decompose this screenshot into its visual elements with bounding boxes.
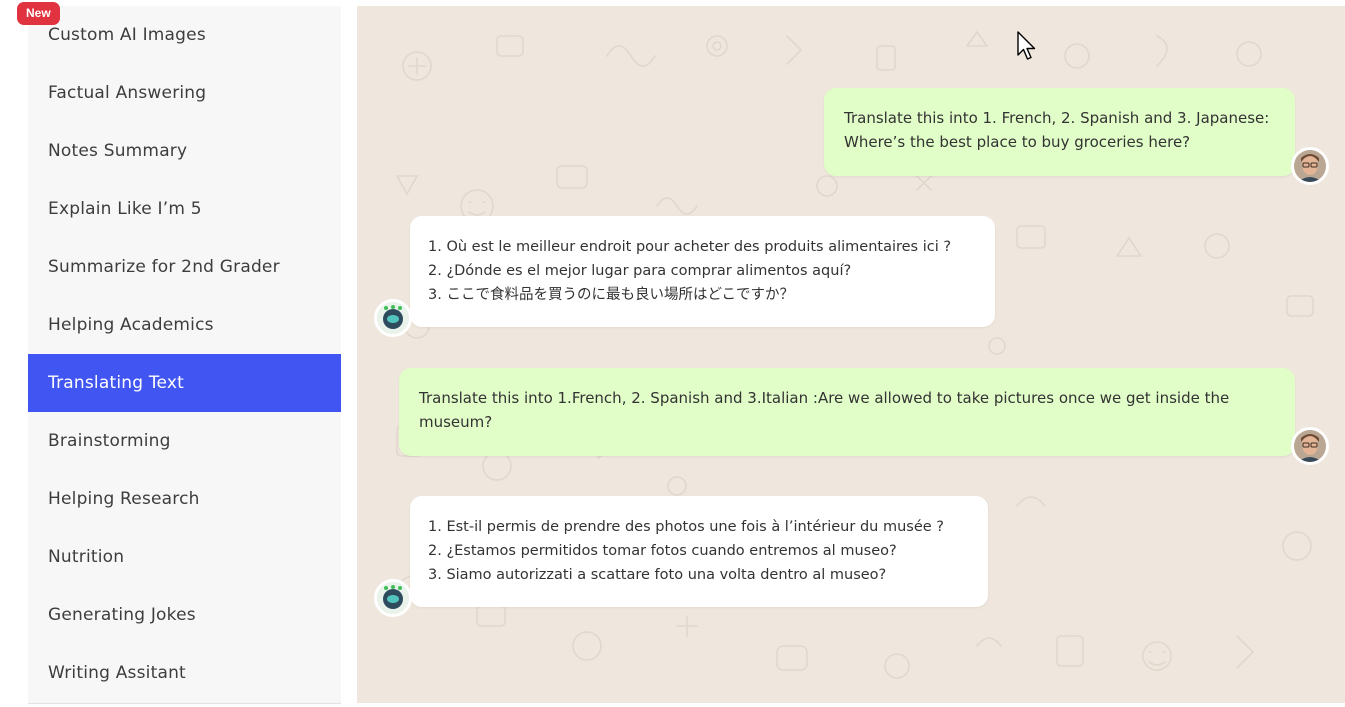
sidebar-item-label: Generating Jokes xyxy=(48,605,196,625)
chat-panel[interactable]: Translate this into 1. French, 2. Spanis… xyxy=(357,6,1345,703)
sidebar-item-label: Notes Summary xyxy=(48,141,188,161)
new-badge: New xyxy=(17,2,60,25)
user-avatar-image xyxy=(1294,150,1326,182)
mouse-cursor-icon xyxy=(1017,31,1036,60)
user-message: Translate this into 1.French, 2. Spanish… xyxy=(399,368,1295,456)
sidebar-item-custom-ai-images[interactable]: Custom AI Images xyxy=(28,6,341,64)
sidebar-item-label: Helping Academics xyxy=(48,315,214,335)
sidebar-item-label: Factual Answering xyxy=(48,83,207,103)
sidebar-item-label: Summarize for 2nd Grader xyxy=(48,257,280,277)
user-avatar xyxy=(1291,427,1329,465)
bot-avatar-icon xyxy=(377,302,409,334)
bot-avatar-icon xyxy=(377,582,409,614)
message-text: 3. Siamo autorizzati a scattare foto una… xyxy=(428,567,887,583)
sidebar-item-label: Helping Research xyxy=(48,489,200,509)
sidebar-item-writing-assistant[interactable]: Writing Assitant xyxy=(28,644,341,702)
bot-message: 1. Où est le meilleur endroit pour achet… xyxy=(410,216,995,327)
sidebar: Custom AI Images Factual Answering Notes… xyxy=(28,6,341,704)
message-text: 2. ¿Estamos permitidos tomar fotos cuand… xyxy=(428,543,897,559)
message-text: Translate this into 1. French, 2. Spanis… xyxy=(844,109,1270,127)
message-text: 1. Où est le meilleur endroit pour achet… xyxy=(428,239,952,255)
user-avatar xyxy=(1291,147,1329,185)
sidebar-item-explain-like-im-5[interactable]: Explain Like I’m 5 xyxy=(28,180,341,238)
sidebar-item-label: Custom AI Images xyxy=(48,25,206,45)
message-text: 2. ¿Dónde es el mejor lugar para comprar… xyxy=(428,263,852,279)
bot-avatar xyxy=(374,579,412,617)
sidebar-item-label: Brainstorming xyxy=(48,431,171,451)
message-text: Where’s the best place to buy groceries … xyxy=(844,133,1191,151)
sidebar-item-nutrition[interactable]: Nutrition xyxy=(28,528,341,586)
sidebar-item-notes-summary[interactable]: Notes Summary xyxy=(28,122,341,180)
sidebar-item-label: Nutrition xyxy=(48,547,125,567)
sidebar-item-label: Explain Like I’m 5 xyxy=(48,199,202,219)
sidebar-item-translating-text[interactable]: Translating Text xyxy=(28,354,341,412)
sidebar-item-factual-answering[interactable]: Factual Answering xyxy=(28,64,341,122)
message-text: 3. ここで食料品を買うのに最も良い場所はどこですか？ xyxy=(428,287,795,303)
sidebar-item-helping-academics[interactable]: Helping Academics xyxy=(28,296,341,354)
sidebar-item-brainstorming[interactable]: Brainstorming xyxy=(28,412,341,470)
sidebar-item-generating-jokes[interactable]: Generating Jokes xyxy=(28,586,341,644)
user-avatar-image xyxy=(1294,430,1326,462)
sidebar-item-summarize-2nd-grader[interactable]: Summarize for 2nd Grader xyxy=(28,238,341,296)
message-text: Translate this into 1.French, 2. Spanish… xyxy=(419,389,1230,431)
sidebar-item-helping-research[interactable]: Helping Research xyxy=(28,470,341,528)
message-text: 1. Est-il permis de prendre des photos u… xyxy=(428,519,944,535)
user-message: Translate this into 1. French, 2. Spanis… xyxy=(824,88,1295,176)
sidebar-item-label: Writing Assitant xyxy=(48,663,186,683)
bot-avatar xyxy=(374,299,412,337)
sidebar-item-label: Translating Text xyxy=(48,373,185,393)
bot-message: 1. Est-il permis de prendre des photos u… xyxy=(410,496,988,607)
